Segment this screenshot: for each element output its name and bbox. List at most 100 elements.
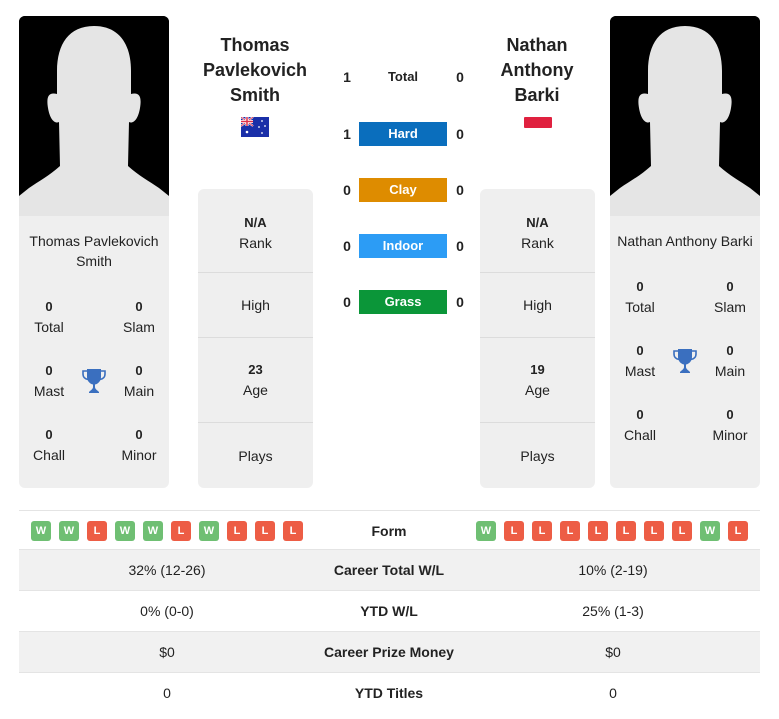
value: 0: [726, 407, 734, 422]
player2-card-name-line: Nathan Anthony Barki: [617, 233, 753, 249]
h2h-row-hard: 1 Hard 0: [335, 122, 475, 146]
player1-stat-value: 32% (12-26): [128, 562, 206, 578]
stat-row-career-prize-money: $0 Career Prize Money $0: [19, 632, 760, 673]
player2-age: 19 Age: [480, 338, 595, 423]
player2-titles-main: 0 Main: [700, 341, 760, 381]
label: Mast: [33, 383, 65, 399]
player1-form-badge-loss[interactable]: L: [255, 521, 275, 541]
value: 0: [636, 407, 644, 422]
player2-card-name: Nathan Anthony Barki: [610, 216, 760, 251]
player2-form-badge-loss[interactable]: L: [728, 521, 748, 541]
player2-form-badge-win[interactable]: W: [700, 521, 720, 541]
surface-badge-grass[interactable]: Grass: [359, 290, 447, 314]
value: 0: [45, 427, 53, 442]
player2-titles-total: 0 Total: [610, 277, 670, 317]
player1-stat-value: 0% (0-0): [140, 603, 194, 619]
stat-label: Career Prize Money: [324, 644, 454, 660]
label: Age: [243, 382, 268, 398]
player1-name[interactable]: Thomas Pavlekovich Smith: [185, 33, 325, 108]
value: 0: [636, 343, 644, 358]
label: Rank: [239, 234, 272, 251]
stat-label: Career Total W/L: [333, 562, 445, 578]
player1-card-name: Thomas Pavlekovich Smith: [19, 216, 169, 271]
label: High: [241, 297, 270, 313]
label: Plays: [238, 447, 273, 464]
silhouette-icon: [19, 16, 169, 216]
player2-stat-value: 25% (1-3): [582, 603, 644, 619]
red-flag-icon: [524, 117, 552, 128]
player1-form-badge-loss[interactable]: L: [87, 521, 107, 541]
player1-rank: N/A Rank: [198, 189, 313, 273]
h2h-row-clay: 0 Clay 0: [335, 178, 475, 202]
player1-titles-slam: 0 Slam: [109, 297, 169, 337]
value: 19: [530, 362, 545, 377]
label: Plays: [520, 447, 555, 464]
player2-form-badge-loss[interactable]: L: [560, 521, 580, 541]
player2-stat-value: 0: [609, 685, 617, 701]
player1-form-badge-win[interactable]: W: [199, 521, 219, 541]
value: 0: [135, 427, 143, 442]
player2-form-badge-loss[interactable]: L: [504, 521, 524, 541]
player1-form-badge-loss[interactable]: L: [171, 521, 191, 541]
player1-form-badge-loss[interactable]: L: [227, 521, 247, 541]
player2-photo: [610, 16, 760, 216]
player2-name[interactable]: Nathan Anthony Barki: [467, 33, 607, 108]
h2h-row-grass: 0 Grass 0: [335, 290, 475, 314]
player2-name-line: Barki: [514, 85, 560, 105]
player1-name-line: Smith: [229, 85, 280, 105]
player1-age: 23 Age: [198, 338, 313, 423]
player1-titles-minor: 0 Minor: [109, 425, 169, 465]
value: 0: [726, 343, 734, 358]
player1-form-badge-win[interactable]: W: [31, 521, 51, 541]
label: Main: [123, 383, 155, 399]
player1-card-name-line: Thomas Pavlekovich: [29, 233, 159, 249]
stat-label: YTD Titles: [354, 685, 424, 701]
player2-form-badge-loss[interactable]: L: [616, 521, 636, 541]
player2-form-badge-loss[interactable]: L: [644, 521, 664, 541]
surface-badge-hard[interactable]: Hard: [359, 122, 447, 146]
label: Total: [625, 299, 655, 315]
label: Chall: [624, 427, 656, 443]
player1-plays: Plays: [198, 423, 313, 488]
label: Minor: [712, 427, 748, 443]
h2h-left-value: 0: [343, 294, 351, 310]
player2-stat-value: 10% (2-19): [578, 562, 648, 578]
player1-form-badge-loss[interactable]: L: [283, 521, 303, 541]
player2-plays: Plays: [480, 423, 595, 488]
h2h-left-value: 1: [343, 126, 351, 142]
player1-form-badge-win[interactable]: W: [59, 521, 79, 541]
h2h-row-total: 1 Total 0: [335, 65, 475, 89]
silhouette-icon: [610, 16, 760, 216]
surface-badge-indoor[interactable]: Indoor: [359, 234, 447, 258]
label: Mast: [624, 363, 656, 379]
player1-form-badge-win[interactable]: W: [115, 521, 135, 541]
player1-stat-value: $0: [159, 644, 175, 660]
stat-row-ytd-wl: 0% (0-0) YTD W/L 25% (1-3): [19, 591, 760, 632]
player2-form-badge-loss[interactable]: L: [532, 521, 552, 541]
player2-card: Nathan Anthony Barki 0 Total 0 Slam 0 Ma…: [610, 216, 760, 488]
value: 0: [45, 299, 53, 314]
player2-form-badge-loss[interactable]: L: [672, 521, 692, 541]
value: 0: [135, 363, 143, 378]
player1-form-badge-win[interactable]: W: [143, 521, 163, 541]
player1-titles-chall: 0 Chall: [19, 425, 79, 465]
trophy-icon: [673, 348, 697, 379]
value: 23: [248, 362, 263, 377]
player2-stat-value: $0: [605, 644, 621, 660]
player1-stat-value: 0: [163, 685, 171, 701]
form-label: Form: [371, 523, 407, 539]
player2-rank: N/A Rank: [480, 189, 595, 273]
player2-form-badge-win[interactable]: W: [476, 521, 496, 541]
stat-row-ytd-titles: 0 YTD Titles 0: [19, 673, 760, 714]
player1-info-card: N/A Rank High 23 Age Plays: [198, 189, 313, 488]
player2-titles-minor: 0 Minor: [700, 405, 760, 445]
value: N/A: [526, 214, 549, 230]
h2h-right-value: 0: [456, 182, 464, 198]
player1-name-line: Pavlekovich: [202, 60, 308, 80]
label: Minor: [121, 447, 157, 463]
h2h-row-indoor: 0 Indoor 0: [335, 234, 475, 258]
label: Total: [34, 319, 64, 335]
player2-form-badge-loss[interactable]: L: [588, 521, 608, 541]
stat-row-career-total-wl: 32% (12-26) Career Total W/L 10% (2-19): [19, 550, 760, 591]
surface-badge-clay[interactable]: Clay: [359, 178, 447, 202]
